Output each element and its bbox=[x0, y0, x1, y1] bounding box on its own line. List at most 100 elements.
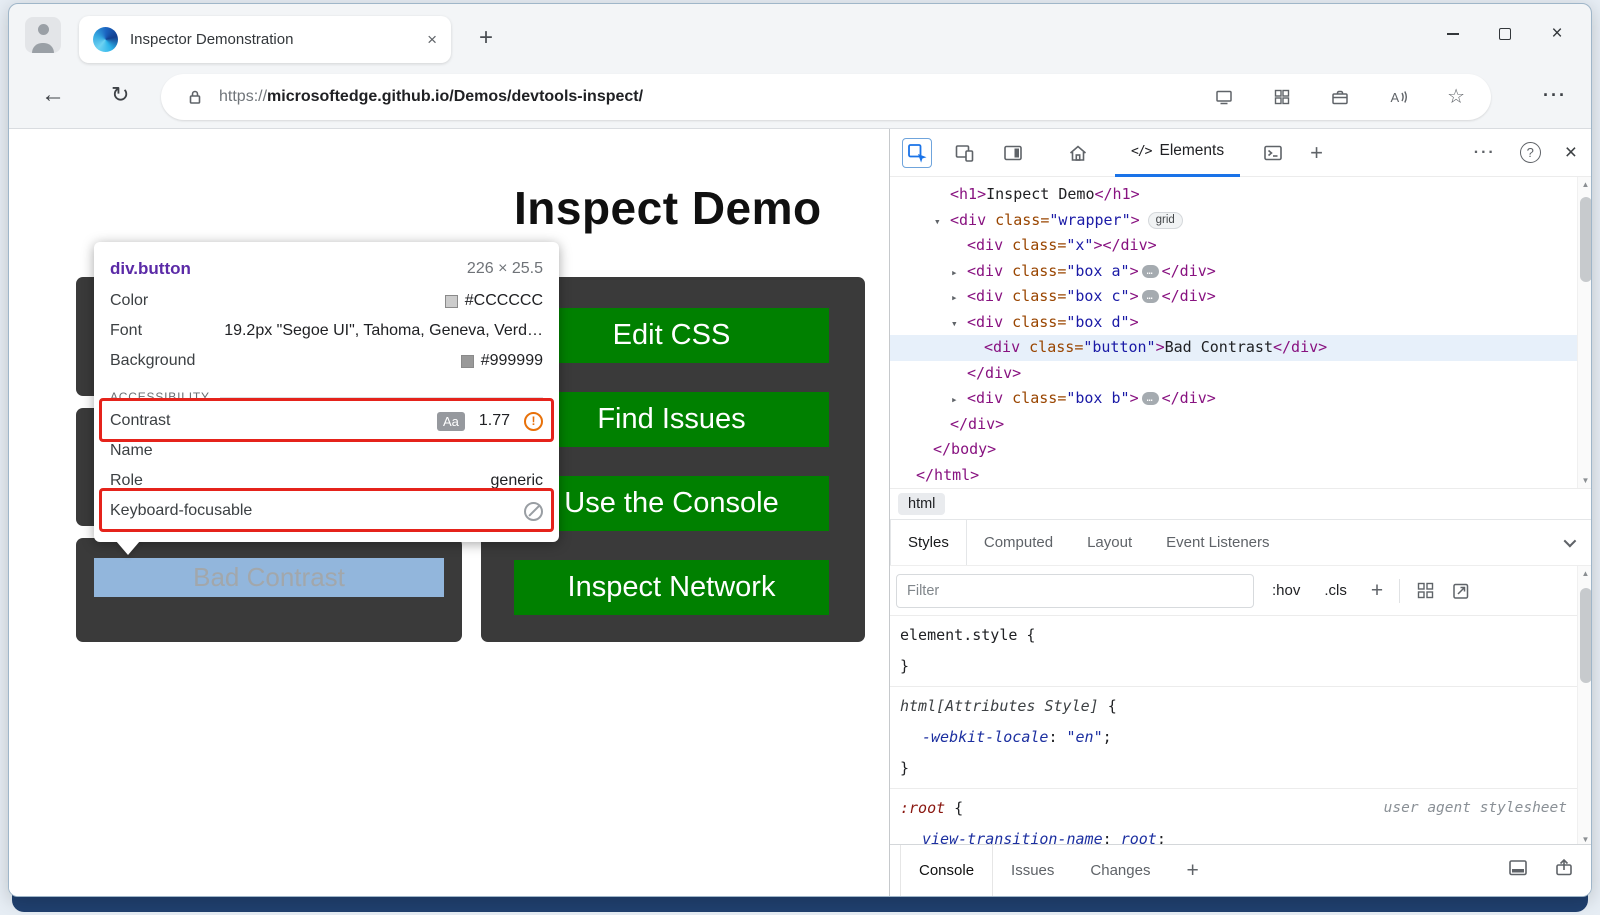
drawer-tab-issues[interactable]: Issues bbox=[993, 845, 1072, 896]
tooltip-arrow bbox=[116, 541, 140, 555]
dom-tree-line[interactable]: </html> bbox=[890, 463, 1577, 489]
devtools-toolbar: </> Elements + ··· ? × bbox=[890, 129, 1592, 177]
grid-badge[interactable]: grid bbox=[1148, 212, 1183, 229]
url-text[interactable]: https://microsoftedge.github.io/Demos/de… bbox=[219, 88, 643, 106]
dom-token: class bbox=[1003, 313, 1057, 331]
window-close-button[interactable]: × bbox=[1531, 12, 1583, 56]
drawer-tab-changes[interactable]: Changes bbox=[1072, 845, 1168, 896]
dom-token: </div> bbox=[1162, 389, 1216, 407]
devtools-add-tab-icon[interactable]: + bbox=[1310, 140, 1323, 166]
scrollbar-thumb[interactable] bbox=[1580, 588, 1592, 683]
dom-token: class bbox=[1003, 236, 1057, 254]
rule-selector-line[interactable]: html[Attributes Style] { bbox=[900, 691, 1567, 722]
dom-tree-line[interactable]: ▸<div class="box c">…</div> bbox=[890, 284, 1577, 310]
window-controls: × bbox=[1427, 12, 1583, 56]
dom-tree-line[interactable]: <div class="x"></div> bbox=[890, 233, 1577, 259]
ellipsis-button[interactable]: … bbox=[1142, 265, 1159, 278]
open-resource-icon[interactable] bbox=[1451, 581, 1471, 601]
device-preview-icon[interactable] bbox=[1214, 87, 1234, 107]
expand-arrow-icon[interactable]: ▾ bbox=[934, 209, 950, 235]
devtools-close-icon[interactable]: × bbox=[1565, 141, 1577, 165]
tab-close-icon[interactable]: × bbox=[427, 30, 437, 50]
breadcrumb-html[interactable]: html bbox=[898, 493, 945, 515]
dom-tree-line[interactable]: <h1>Inspect Demo</h1> bbox=[890, 182, 1577, 208]
dom-tree-line[interactable]: ▾<div class="box d"> bbox=[890, 310, 1577, 336]
browser-tab[interactable]: Inspector Demonstration × bbox=[79, 16, 451, 63]
expand-arrow-icon[interactable]: ▾ bbox=[951, 311, 967, 337]
css-property[interactable]: -webkit-locale: "en"; bbox=[900, 722, 1567, 753]
maximize-button[interactable] bbox=[1479, 12, 1531, 56]
ellipsis-button[interactable]: … bbox=[1142, 392, 1159, 405]
minimize-button[interactable] bbox=[1427, 12, 1479, 56]
briefcase-icon[interactable] bbox=[1330, 87, 1350, 107]
tooltip-row-label: Background bbox=[110, 352, 195, 370]
page-button[interactable]: Inspect Network bbox=[514, 560, 829, 615]
element-states-icon[interactable] bbox=[1416, 581, 1435, 600]
expand-arrow-icon[interactable]: ▸ bbox=[951, 285, 967, 311]
scroll-down-icon[interactable]: ▼ bbox=[1578, 835, 1592, 844]
browser-menu-icon[interactable]: ··· bbox=[1543, 85, 1567, 106]
page-button[interactable]: Find Issues bbox=[514, 392, 829, 447]
browser-titlebar: Inspector Demonstration × + × bbox=[9, 4, 1591, 66]
dom-tree-line[interactable]: <div class="button">Bad Contrast</div> bbox=[890, 335, 1577, 361]
ellipsis-button[interactable]: … bbox=[1142, 290, 1159, 303]
dom-tree-line[interactable]: </body> bbox=[890, 437, 1577, 463]
styles-scrollbar[interactable]: ▲ ▼ bbox=[1577, 566, 1592, 847]
dom-tree-scrollbar[interactable]: ▲ ▼ bbox=[1577, 177, 1592, 488]
scroll-up-icon[interactable]: ▲ bbox=[1578, 180, 1592, 189]
dom-tree-line[interactable]: ▾<div class="wrapper">grid bbox=[890, 208, 1577, 234]
page-button[interactable]: Use the Console bbox=[514, 476, 829, 531]
drawer-add-icon[interactable]: + bbox=[1186, 859, 1198, 883]
scroll-down-icon[interactable]: ▼ bbox=[1578, 476, 1592, 485]
inspect-tooltip: div.button 226 × 25.5 Color#CCCCCCFont19… bbox=[94, 242, 559, 542]
tab-event-listeners[interactable]: Event Listeners bbox=[1149, 520, 1286, 565]
dom-tree-line[interactable]: ▸<div class="box a">…</div> bbox=[890, 259, 1577, 285]
scroll-up-icon[interactable]: ▲ bbox=[1578, 569, 1592, 578]
drawer-actions bbox=[1507, 857, 1575, 884]
tab-layout[interactable]: Layout bbox=[1070, 520, 1149, 565]
help-icon[interactable]: ? bbox=[1520, 142, 1541, 163]
expand-arrow-icon[interactable]: ▸ bbox=[951, 260, 967, 286]
address-bar[interactable]: https://microsoftedge.github.io/Demos/de… bbox=[161, 74, 1491, 120]
dock-drawer-icon[interactable] bbox=[1507, 857, 1529, 884]
toggle-hov-button[interactable]: :hov bbox=[1272, 582, 1300, 599]
dom-tree-line[interactable]: </div> bbox=[890, 412, 1577, 438]
dock-side-icon[interactable] bbox=[998, 138, 1028, 168]
read-aloud-icon[interactable]: A bbox=[1388, 87, 1409, 107]
page-button[interactable]: Edit CSS bbox=[514, 308, 829, 363]
new-style-rule-icon[interactable]: + bbox=[1371, 579, 1383, 603]
scrollbar-thumb[interactable] bbox=[1580, 197, 1592, 282]
dom-tree-line[interactable]: ▸<div class="box b">…</div> bbox=[890, 386, 1577, 412]
toggle-cls-button[interactable]: .cls bbox=[1324, 582, 1347, 599]
dom-token: Bad Contrast bbox=[1165, 338, 1273, 356]
new-tab-button[interactable]: + bbox=[479, 26, 493, 50]
profile-avatar[interactable] bbox=[25, 17, 61, 53]
tab-computed[interactable]: Computed bbox=[967, 520, 1070, 565]
inspect-element-icon[interactable] bbox=[902, 138, 932, 168]
expand-arrow-icon[interactable]: ▸ bbox=[951, 387, 967, 413]
dom-token: </div> bbox=[1102, 236, 1156, 254]
favorites-star-icon[interactable]: ☆ bbox=[1447, 87, 1465, 107]
expand-drawer-icon[interactable] bbox=[1553, 857, 1575, 884]
dom-tree-line[interactable]: </div> bbox=[890, 361, 1577, 387]
keyboard-annotation-box bbox=[99, 488, 554, 532]
bad-contrast-button[interactable]: Bad Contrast bbox=[94, 558, 444, 597]
dom-token: = bbox=[1074, 338, 1083, 356]
apps-grid-icon[interactable] bbox=[1272, 87, 1292, 107]
refresh-button[interactable]: ↻ bbox=[111, 82, 129, 108]
chevron-down-icon[interactable] bbox=[1564, 535, 1577, 548]
console-drawer-icon[interactable] bbox=[1258, 138, 1288, 168]
devtools-menu-icon[interactable]: ··· bbox=[1474, 144, 1496, 162]
back-button[interactable]: ← bbox=[41, 81, 65, 109]
rule-selector-line[interactable]: element.style { bbox=[900, 620, 1567, 651]
tooltip-row: Color#CCCCCC bbox=[110, 286, 543, 316]
tab-elements[interactable]: </> Elements bbox=[1115, 129, 1240, 177]
drawer-tab-console[interactable]: Console bbox=[900, 845, 993, 896]
rule-closing-brace: } bbox=[900, 651, 1567, 682]
device-emulation-icon[interactable] bbox=[950, 138, 980, 168]
tab-styles[interactable]: Styles bbox=[890, 520, 967, 565]
home-icon[interactable] bbox=[1063, 138, 1093, 168]
tooltip-header: div.button 226 × 25.5 bbox=[110, 252, 543, 286]
rule-selector-line[interactable]: :root {user agent stylesheet bbox=[900, 793, 1567, 824]
styles-filter-input[interactable] bbox=[896, 574, 1254, 608]
